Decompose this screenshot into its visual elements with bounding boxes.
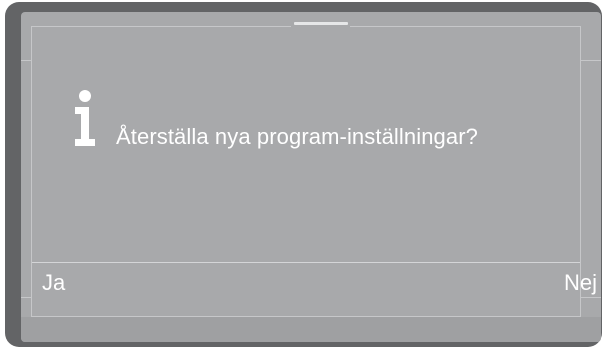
display-screen: Återställa nya program-inställningar? Ja…	[21, 12, 601, 342]
button-divider	[32, 262, 580, 263]
frame-tick	[581, 60, 601, 61]
frame-tick	[21, 297, 31, 298]
status-strip	[21, 317, 601, 342]
no-button[interactable]: Nej	[564, 270, 597, 296]
frame-line	[31, 26, 32, 316]
dialog-message: Återställa nya program-inställningar?	[116, 124, 478, 149]
screen-handle	[294, 22, 348, 25]
device-frame: Återställa nya program-inställningar? Ja…	[5, 2, 602, 347]
yes-button[interactable]: Ja	[42, 270, 65, 296]
info-icon	[75, 90, 95, 146]
frame-tick	[581, 297, 601, 298]
frame-tick	[21, 60, 31, 61]
frame-line	[350, 26, 581, 27]
frame-line	[31, 26, 291, 27]
